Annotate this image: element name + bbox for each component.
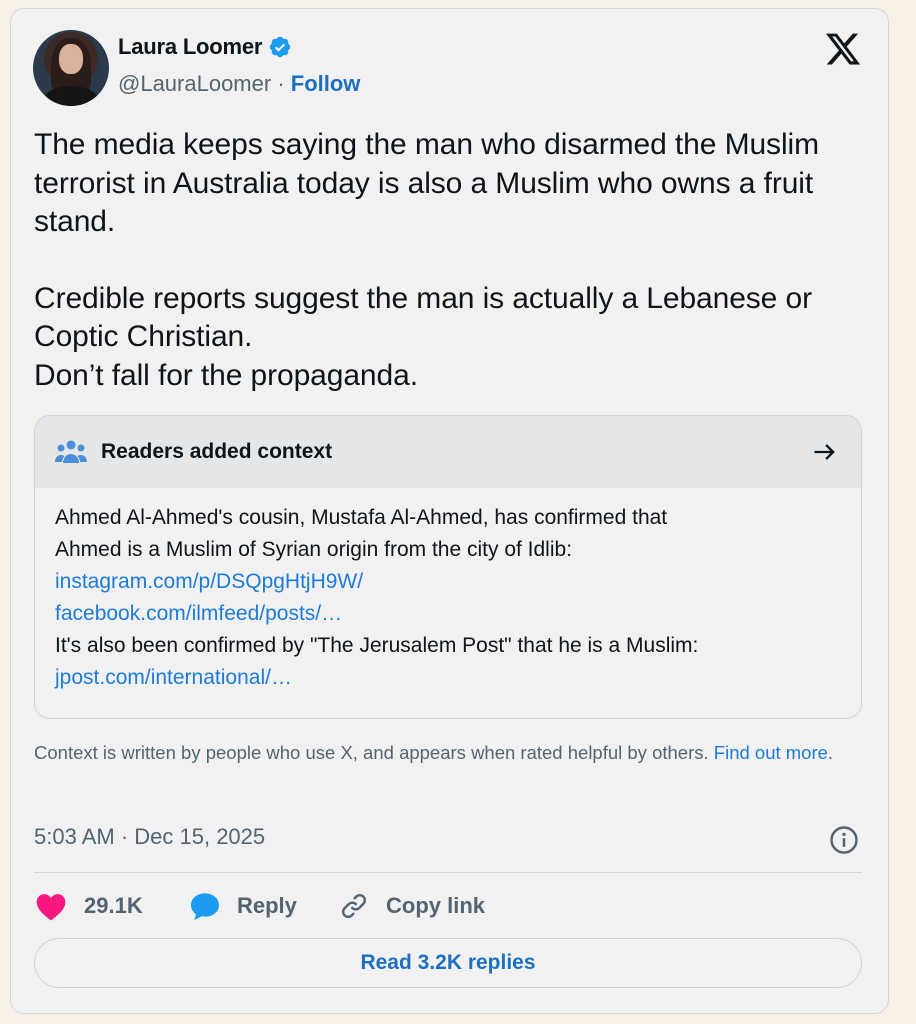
copy-link-button[interactable]: Copy link xyxy=(338,891,485,921)
note-footer-text: Context is written by people who use X, … xyxy=(34,742,709,763)
community-note-title: Readers added context xyxy=(101,440,333,463)
info-icon[interactable] xyxy=(829,825,859,855)
note-footer-period: . xyxy=(827,742,834,763)
community-note-body: Ahmed Al-Ahmed's cousin, Mustafa Al-Ahme… xyxy=(35,488,861,694)
handle-separator: · xyxy=(271,71,291,96)
author-avatar[interactable] xyxy=(33,30,109,106)
author-handle-row: @LauraLoomer · Follow xyxy=(118,71,360,97)
reply-button[interactable]: Reply xyxy=(189,891,338,921)
link-icon xyxy=(341,893,367,919)
note-text-line: Ahmed Al-Ahmed's cousin, Mustafa Al-Ahme… xyxy=(55,506,668,529)
verified-badge-icon xyxy=(270,36,291,58)
tweet-text: The media keeps saying the man who disar… xyxy=(34,126,874,396)
note-text-line: Ahmed is a Muslim of Syrian origin from … xyxy=(55,538,573,561)
note-text-line: It's also been confirmed by "The Jerusal… xyxy=(55,634,699,657)
author-handle[interactable]: @LauraLoomer xyxy=(118,71,271,96)
note-link-facebook[interactable]: facebook.com/ilmfeed/posts/… xyxy=(55,598,841,630)
tweet-paragraph-1: The media keeps saying the man who disar… xyxy=(34,128,819,239)
read-replies-button[interactable]: Read 3.2K replies xyxy=(34,938,862,988)
note-link-instagram[interactable]: instagram.com/p/DSQpgHtjH9W/ xyxy=(55,566,841,598)
copy-link-label: Copy link xyxy=(386,893,486,918)
x-logo-icon[interactable] xyxy=(823,30,863,68)
community-note-header[interactable]: Readers added context xyxy=(35,416,861,488)
action-bar: 29.1K Reply Copy link xyxy=(34,886,485,926)
arrow-right-icon[interactable] xyxy=(811,438,839,466)
people-icon xyxy=(55,440,87,463)
tweet-timestamp[interactable]: 5:03 AM · Dec 15, 2025 xyxy=(34,824,265,850)
like-button[interactable]: 29.1K xyxy=(34,891,168,921)
like-count: 29.1K xyxy=(84,893,143,918)
reply-label: Reply xyxy=(237,893,297,918)
reply-bubble-icon xyxy=(191,893,219,920)
heart-icon xyxy=(36,894,66,921)
note-link-jpost[interactable]: jpost.com/international/… xyxy=(55,662,841,694)
note-footer: Context is written by people who use X, … xyxy=(34,740,864,766)
avatar-face xyxy=(59,44,83,74)
author-name[interactable]: Laura Loomer xyxy=(118,34,262,60)
divider xyxy=(34,872,862,873)
author-name-row: Laura Loomer xyxy=(118,34,292,60)
tweet-paragraph-2: Credible reports suggest the man is actu… xyxy=(34,281,812,392)
follow-button[interactable]: Follow xyxy=(291,71,361,96)
avatar-body xyxy=(43,86,99,106)
find-out-more-link[interactable]: Find out more xyxy=(714,742,828,763)
community-note: Readers added context Ahmed Al-Ahmed's c… xyxy=(34,415,862,719)
